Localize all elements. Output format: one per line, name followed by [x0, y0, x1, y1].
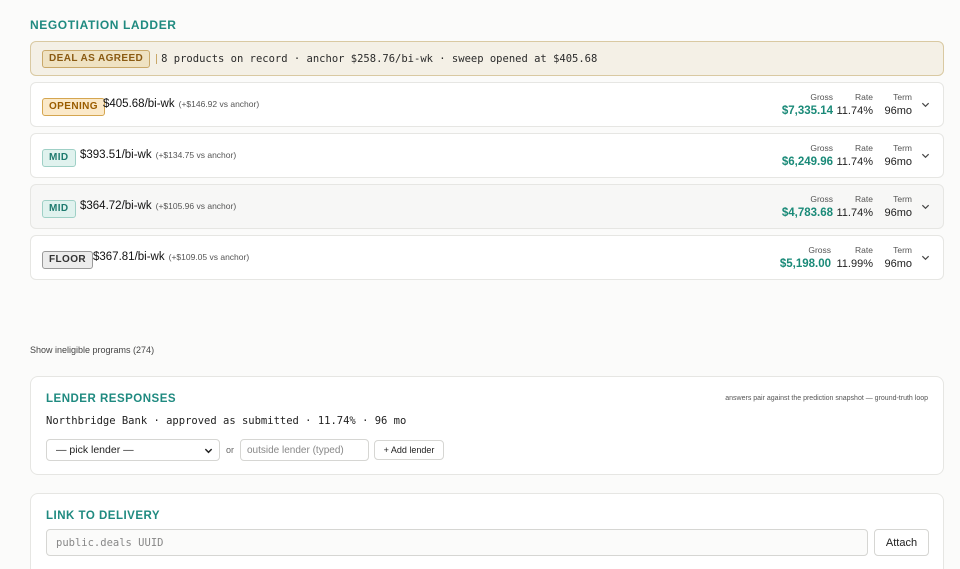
deal-agreed-tag: DEAL AS AGREED [42, 49, 151, 68]
metric-gross-value: $7,335.14 [781, 105, 833, 117]
metric-term-value: 96mo [884, 105, 912, 117]
row-tag: MID [42, 149, 76, 167]
chevron-down-icon[interactable] [921, 253, 930, 262]
metric-term-label: Term [893, 92, 912, 102]
row-delta: (+$105.96 vs anchor) [155, 201, 237, 211]
row-tag: OPENING [42, 98, 105, 116]
metric-term: Term 96mo [884, 92, 912, 117]
section-title-negotiation-ladder: NEGOTIATION LADDER [30, 18, 177, 32]
chevron-down-icon[interactable] [921, 151, 930, 160]
metric-gross: Gross $4,783.68 [782, 194, 833, 219]
metric-rate: Rate 11.74% [837, 92, 874, 117]
metric-rate-value: 11.74% [836, 207, 874, 219]
row-delta: (+$146.92 vs anchor) [178, 99, 260, 109]
metric-rate-label: Rate [855, 194, 873, 204]
metric-term-label: Term [893, 143, 912, 153]
row-price: $393.51/bi-wk (+$134.75 vs anchor) [80, 149, 236, 161]
metric-term-value: 96mo [884, 207, 912, 219]
lender-select-value: — pick lender — [56, 444, 134, 456]
metric-gross-value: $4,783.68 [781, 207, 833, 219]
metric-term: Term 96mo [884, 143, 912, 168]
metric-term-label: Term [893, 245, 912, 255]
row-price: $364.72/bi-wk (+$105.96 vs anchor) [80, 200, 236, 212]
row-tag: MID [42, 200, 76, 218]
row-price-value: $364.72/bi-wk [80, 200, 152, 212]
metric-gross-label: Gross [808, 245, 831, 255]
row-tag: FLOOR [42, 251, 93, 269]
banner-divider [156, 53, 158, 64]
metric-rate-value: 11.74% [836, 105, 874, 117]
metric-rate-label: Rate [855, 143, 873, 153]
deal-uuid-input[interactable]: public.deals UUID [46, 529, 868, 556]
row-delta: (+$109.05 vs anchor) [168, 252, 250, 262]
metric-gross-label: Gross [810, 143, 833, 153]
chevron-down-icon [204, 448, 213, 454]
metric-term: Term 96mo [884, 194, 912, 219]
row-price: $367.81/bi-wk (+$109.05 vs anchor) [93, 251, 249, 263]
section-title-lender-responses: LENDER RESPONSES [46, 393, 177, 405]
ladder-row-mid[interactable]: MID $393.51/bi-wk (+$134.75 vs anchor) Gr… [30, 133, 944, 178]
row-price: $405.68/bi-wk (+$146.92 vs anchor) [103, 98, 259, 110]
link-to-delivery-card: LINK TO DELIVERY public.deals UUID Attac… [30, 493, 944, 569]
ladder-row-mid[interactable]: MID $364.72/bi-wk (+$105.96 vs anchor) Gr… [30, 184, 944, 229]
section-title-link-to-delivery: LINK TO DELIVERY [46, 510, 161, 522]
deal-agreed-banner: DEAL AS AGREED 8 products on record · an… [30, 41, 944, 76]
metric-gross: Gross $7,335.14 [782, 92, 833, 117]
metric-rate: Rate 11.74% [837, 143, 874, 168]
ladder-row-opening[interactable]: OPENING $405.68/bi-wk (+$146.92 vs anchor… [30, 82, 944, 127]
row-price-value: $393.51/bi-wk [80, 149, 152, 161]
metric-gross-value: $5,198.00 [779, 258, 831, 270]
lender-select[interactable]: — pick lender — [46, 439, 220, 461]
metric-rate: Rate 11.74% [837, 194, 874, 219]
metric-rate-value: 11.99% [836, 258, 874, 270]
outside-lender-input[interactable]: outside lender (typed) [240, 439, 369, 461]
metric-rate-value: 11.74% [836, 156, 874, 168]
metric-term-label: Term [893, 194, 912, 204]
row-price-value: $367.81/bi-wk [93, 251, 165, 263]
metric-rate-label: Rate [855, 92, 873, 102]
metric-rate-label: Rate [855, 245, 873, 255]
or-label: or [226, 445, 235, 455]
metric-term: Term 96mo [884, 245, 912, 270]
metric-gross: Gross $5,198.00 [780, 245, 831, 270]
row-delta: (+$134.75 vs anchor) [155, 150, 237, 160]
metric-gross: Gross $6,249.96 [782, 143, 833, 168]
add-lender-button[interactable]: + Add lender [374, 440, 444, 460]
metric-gross-label: Gross [810, 194, 833, 204]
metric-rate: Rate 11.99% [837, 245, 874, 270]
row-price-value: $405.68/bi-wk [103, 98, 175, 110]
lender-responses-note: answers pair against the prediction snap… [725, 395, 928, 402]
metric-gross-label: Gross [810, 92, 833, 102]
metric-term-value: 96mo [884, 258, 912, 270]
chevron-down-icon[interactable] [921, 100, 930, 109]
lender-responses-card: LENDER RESPONSES answers pair against th… [30, 376, 944, 475]
attach-button[interactable]: Attach [874, 529, 929, 556]
lender-response-entry: Northbridge Bank · approved as submitted… [46, 415, 407, 427]
metric-gross-value: $6,249.96 [781, 156, 833, 168]
chevron-down-icon[interactable] [921, 202, 930, 211]
banner-summary: 8 products on record · anchor $258.76/bi… [161, 52, 598, 65]
ladder-row-floor[interactable]: FLOOR $367.81/bi-wk (+$109.05 vs anchor) … [30, 235, 944, 280]
show-ineligible-link[interactable]: Show ineligible programs (274) [30, 345, 154, 355]
metric-term-value: 96mo [884, 156, 912, 168]
